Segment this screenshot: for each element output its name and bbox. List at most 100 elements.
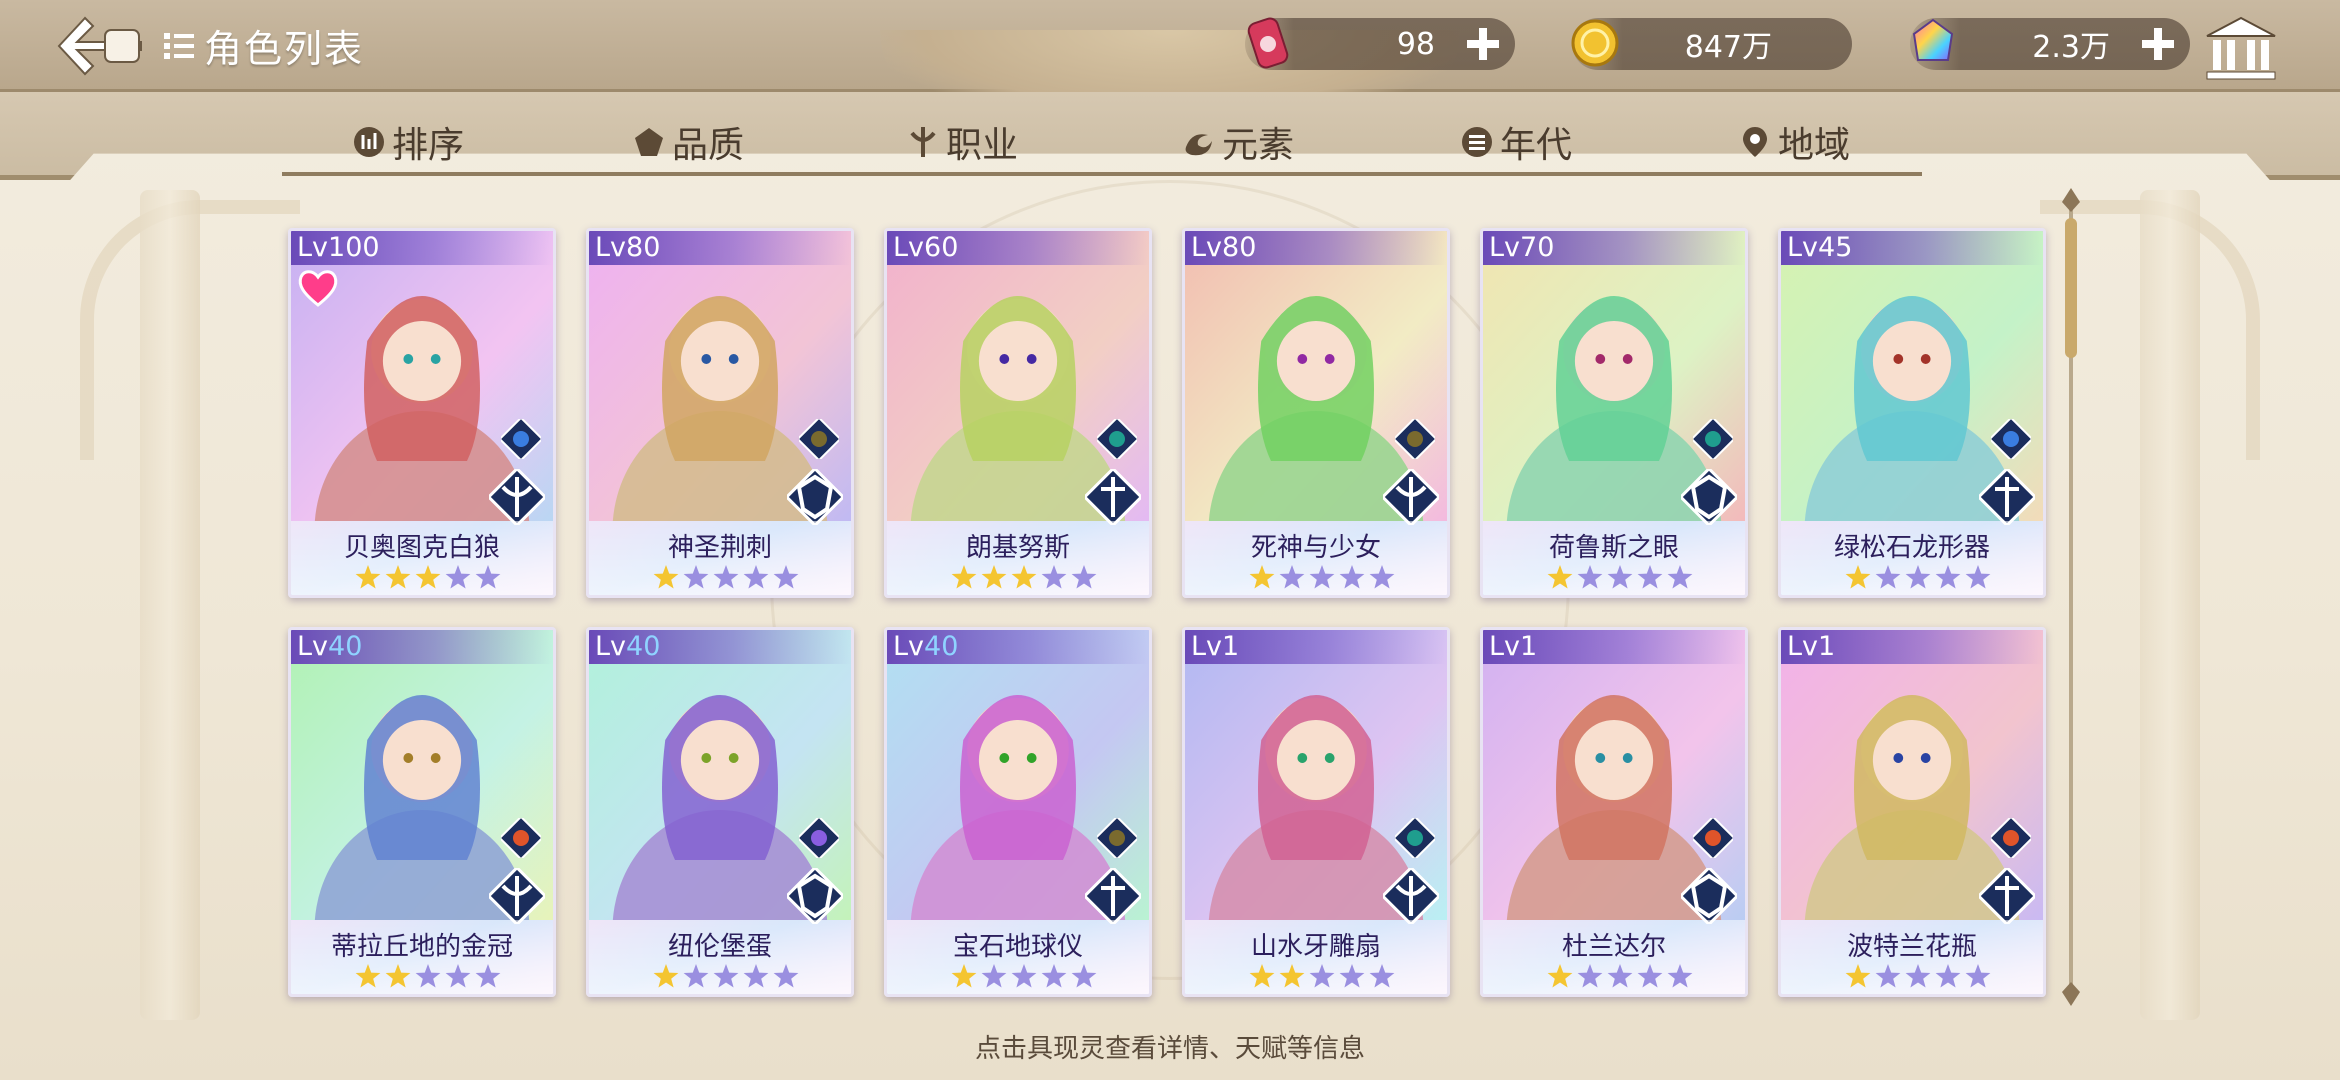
star-empty-icon — [1965, 565, 1991, 589]
star-empty-icon — [683, 964, 709, 988]
star-empty-icon — [1369, 964, 1395, 988]
character-name: 蒂拉丘地的金冠 — [330, 932, 513, 962]
star-rating — [653, 565, 799, 589]
character-card[interactable]: Lv45 绿松石龙形器 — [1778, 228, 2046, 598]
character-name: 绿松石龙形器 — [1833, 533, 1990, 563]
level-prefix: Lv — [595, 232, 627, 263]
star-empty-icon — [1905, 964, 1931, 988]
element-wind-icon — [1693, 419, 1733, 459]
star-empty-icon — [1339, 565, 1365, 589]
element-fire-icon — [501, 818, 541, 858]
character-card[interactable]: Lv80 死神与少女 — [1182, 228, 1450, 598]
add-gem-button[interactable] — [2138, 24, 2178, 64]
level-label: Lv40 — [595, 631, 660, 662]
star-empty-icon — [1637, 565, 1663, 589]
star-filled-icon — [415, 565, 441, 589]
star-rating — [951, 964, 1097, 988]
character-name: 死神与少女 — [1250, 533, 1381, 563]
star-empty-icon — [1875, 964, 1901, 988]
character-card[interactable]: Lv100 贝奥图克白狼 — [288, 228, 556, 598]
star-empty-icon — [1309, 565, 1335, 589]
level-prefix: Lv — [297, 631, 329, 662]
character-card[interactable]: Lv40 宝石地球仪 — [884, 627, 1152, 997]
level-label: Lv1 — [1191, 631, 1239, 662]
class-icon — [1979, 469, 2035, 525]
character-name: 朗基努斯 — [965, 533, 1070, 563]
level-value: 80 — [626, 232, 661, 263]
star-empty-icon — [415, 964, 441, 988]
star-empty-icon — [773, 964, 799, 988]
bank-icon[interactable] — [2203, 14, 2279, 82]
element-wind-icon — [1395, 818, 1435, 858]
level-prefix: Lv — [595, 631, 627, 662]
star-filled-icon — [1011, 565, 1037, 589]
star-rating — [1547, 964, 1693, 988]
level-label: Lv100 — [297, 232, 380, 263]
character-card[interactable]: Lv70 荷鲁斯之眼 — [1480, 228, 1748, 598]
star-rating — [355, 565, 501, 589]
favorite-heart-icon[interactable] — [295, 265, 341, 311]
character-card[interactable]: Lv40 纽伦堡蛋 — [586, 627, 854, 997]
star-empty-icon — [1279, 565, 1305, 589]
star-filled-icon — [355, 565, 381, 589]
element-fire-icon — [1991, 818, 2031, 858]
character-name: 波特兰花瓶 — [1846, 932, 1977, 962]
character-card[interactable]: Lv1 山水牙雕扇 — [1182, 627, 1450, 997]
footer-hint: 点击具现灵查看详情、天赋等信息 — [974, 1034, 1365, 1064]
class-icon — [1085, 469, 1141, 525]
filter-class[interactable]: 职业 — [906, 116, 1018, 168]
level-prefix: Lv — [1787, 232, 1819, 263]
filter-region[interactable]: 地域 — [1738, 116, 1850, 168]
scrollbar[interactable] — [2058, 188, 2084, 1006]
filter-era[interactable]: 年代 — [1460, 116, 1572, 168]
level-prefix: Lv — [1191, 232, 1223, 263]
star-filled-icon — [1279, 964, 1305, 988]
character-card[interactable]: Lv40 蒂拉丘地的金冠 — [288, 627, 556, 997]
star-rating — [1845, 565, 1991, 589]
back-arrow-icon[interactable] — [55, 14, 145, 78]
add-ticket-button[interactable] — [1463, 24, 1503, 64]
filter-quality[interactable]: 品质 — [632, 116, 744, 168]
page-title-group: 角色列表 — [162, 18, 364, 73]
element-fire-icon — [1693, 818, 1733, 858]
level-value: 100 — [328, 232, 380, 263]
list-icon — [164, 32, 194, 59]
level-value: 60 — [924, 232, 959, 263]
star-rating — [1845, 964, 1991, 988]
star-empty-icon — [1607, 565, 1633, 589]
resource-gold: 847万 — [1571, 18, 1852, 70]
filter-sort[interactable]: 排序 — [352, 116, 464, 168]
character-card[interactable]: Lv1 杜兰达尔 — [1480, 627, 1748, 997]
star-rating — [951, 565, 1097, 589]
element-water-icon — [1991, 419, 2031, 459]
level-label: Lv70 — [1489, 232, 1554, 263]
level-value: 70 — [1520, 232, 1555, 263]
star-rating — [355, 964, 501, 988]
filter-element[interactable]: 元素 — [1182, 116, 1294, 168]
star-empty-icon — [1935, 565, 1961, 589]
level-value: 40 — [328, 631, 363, 662]
star-empty-icon — [1637, 964, 1663, 988]
star-rating — [653, 964, 799, 988]
level-label: Lv1 — [1489, 631, 1537, 662]
class-icon — [1085, 868, 1141, 924]
character-card[interactable]: Lv80 神圣荆刺 — [586, 228, 854, 598]
level-value: 1 — [1520, 631, 1538, 662]
class-icon — [489, 868, 545, 924]
character-card[interactable]: Lv1 波特兰花瓶 — [1778, 627, 2046, 997]
filter-class-label: 职业 — [946, 125, 1019, 166]
star-empty-icon — [1577, 964, 1603, 988]
star-empty-icon — [743, 964, 769, 988]
star-empty-icon — [1667, 565, 1693, 589]
character-card[interactable]: Lv60 朗基努斯 — [884, 228, 1152, 598]
star-filled-icon — [385, 565, 411, 589]
level-prefix: Lv — [1489, 631, 1521, 662]
filter-region-label: 地域 — [1778, 125, 1851, 166]
character-name: 杜兰达尔 — [1561, 932, 1666, 962]
star-empty-icon — [1339, 964, 1365, 988]
star-empty-icon — [1011, 964, 1037, 988]
class-icon — [489, 469, 545, 525]
star-filled-icon — [1845, 964, 1871, 988]
star-filled-icon — [653, 565, 679, 589]
gem-count: 2.3万 — [2032, 30, 2110, 65]
